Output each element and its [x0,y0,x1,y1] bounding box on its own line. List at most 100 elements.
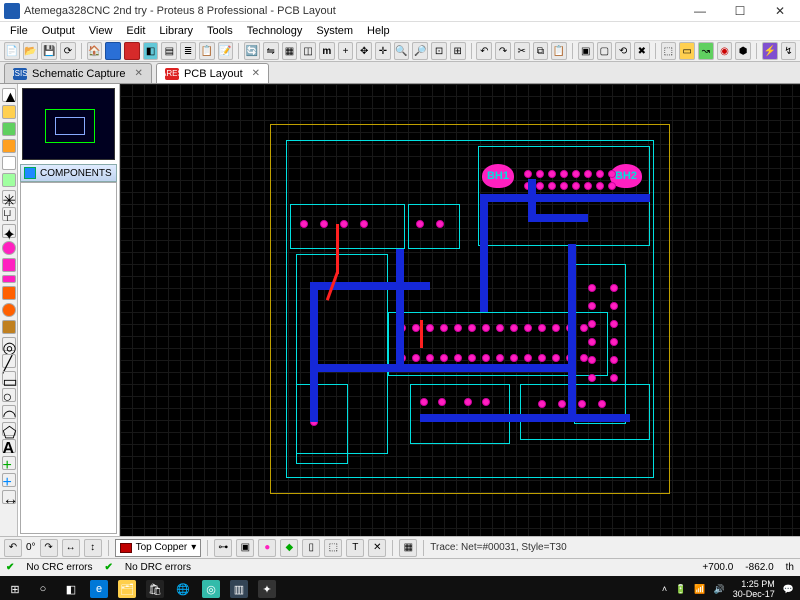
pcb-canvas[interactable]: BH1 BH2 [120,84,800,536]
grid-icon[interactable]: ▦ [282,42,298,60]
menu-edit[interactable]: Edit [120,25,151,37]
marker-icon[interactable]: + [2,473,16,487]
via-style-icon[interactable]: ◎ [2,337,16,351]
menu-system[interactable]: System [310,25,359,37]
mirror-y-icon[interactable]: ↕ [84,539,102,557]
menu-library[interactable]: Library [153,25,199,37]
connectivity-tool-icon[interactable]: ⑂ [2,207,16,221]
new-icon[interactable]: 📄 [4,42,20,60]
zoomall-icon[interactable]: ⊡ [431,42,447,60]
edge-pad-icon[interactable] [2,286,16,300]
board-preview[interactable] [22,88,115,160]
zone-icon[interactable]: ⬢ [735,42,751,60]
tab-close-icon[interactable]: ✕ [252,68,260,79]
text2d-icon[interactable]: A [2,439,16,453]
filter-text-icon[interactable]: T [346,539,364,557]
app5-icon[interactable]: ▥ [230,580,248,598]
menu-tools[interactable]: Tools [201,25,239,37]
redraw-icon[interactable]: 🔄 [244,42,260,60]
metric-icon[interactable]: m [319,42,335,60]
package-icon[interactable]: ▭ [679,42,695,60]
block-move-icon[interactable]: ▢ [597,42,613,60]
tray-notifications-icon[interactable]: 💬 [783,584,794,595]
block-rotate-icon[interactable]: ⟲ [615,42,631,60]
layer-selector[interactable]: Top Copper ▾ [115,539,202,557]
redo-icon[interactable]: ↷ [495,42,511,60]
home-icon[interactable]: 🏠 [87,42,103,60]
center-icon[interactable]: ✛ [375,42,391,60]
track-icon[interactable]: ↝ [698,42,714,60]
tab-pcb[interactable]: ARES PCB Layout ✕ [156,63,269,83]
close-button[interactable]: ✕ [760,0,800,22]
block-delete-icon[interactable]: ✖ [634,42,650,60]
filter-wire-icon[interactable]: ⊶ [214,539,232,557]
dimension-icon[interactable]: ↔ [2,490,16,504]
smd-pad-icon[interactable] [2,275,16,283]
polygon-pad-icon[interactable] [2,303,16,317]
square-pad-icon[interactable] [2,258,16,272]
menu-file[interactable]: File [4,25,34,37]
schematic-module-icon[interactable] [105,42,121,60]
flip-icon[interactable]: ⇋ [263,42,279,60]
pcb-module-icon[interactable] [124,42,140,60]
component-tool-icon[interactable] [2,105,16,119]
zoomout-icon[interactable]: 🔎 [412,42,428,60]
notes-icon[interactable]: 📝 [218,42,234,60]
open-icon[interactable]: 📂 [23,42,39,60]
components-list[interactable] [20,182,117,534]
origin-icon[interactable]: + [338,42,354,60]
start-icon[interactable]: ⊞ [6,580,24,598]
filter-marker-icon[interactable]: ▯ [302,539,320,557]
proteus-task-icon[interactable]: ✦ [258,580,276,598]
block-copy-icon[interactable]: ▣ [578,42,594,60]
menu-output[interactable]: Output [36,25,81,37]
app4-icon[interactable]: ◎ [202,580,220,598]
filter-ratsnest-icon[interactable]: ✕ [368,539,386,557]
via-tool-icon[interactable]: ◉ [717,42,733,60]
threeD-icon[interactable]: ◧ [143,42,159,60]
paste-icon[interactable]: 📋 [551,42,567,60]
arc2d-icon[interactable]: ◠ [2,405,16,419]
menu-technology[interactable]: Technology [241,25,309,37]
tray-battery-icon[interactable]: 🔋 [675,584,686,595]
rot-cw-icon[interactable]: ↷ [40,539,58,557]
rot-ccw-icon[interactable]: ↶ [4,539,22,557]
minimize-button[interactable]: — [680,0,720,22]
designexplorer-icon[interactable]: ≣ [180,42,196,60]
mirror-x-icon[interactable]: ↔ [62,539,80,557]
path2d-icon[interactable]: ⬠ [2,422,16,436]
bom-icon[interactable]: 📋 [199,42,215,60]
round-pad-icon[interactable] [2,241,16,255]
line2d-icon[interactable]: ╱ [2,354,16,368]
explorer-icon[interactable]: 🗂 [118,580,136,598]
tab-close-icon[interactable]: ✕ [135,68,143,79]
menu-help[interactable]: Help [361,25,396,37]
system-tray[interactable]: ˄ 🔋 📶 🔊 1:25 PM 30-Dec-17 💬 [662,579,794,599]
package-tool-icon[interactable] [2,122,16,136]
taskview-icon[interactable]: ◧ [62,580,80,598]
layer-toggle-icon[interactable]: ◫ [300,42,316,60]
cortana-icon[interactable]: ○ [34,580,52,598]
zone-tool-icon[interactable] [2,173,16,187]
zoomin-icon[interactable]: 🔍 [394,42,410,60]
via-tool-icon[interactable] [2,156,16,170]
copy-icon[interactable]: ⧉ [533,42,549,60]
chrome-icon[interactable]: 🌐 [174,580,192,598]
filter-zone-icon[interactable]: ⬚ [324,539,342,557]
box2d-icon[interactable]: ▭ [2,371,16,385]
track-tool-icon[interactable] [2,139,16,153]
filter-comp-icon[interactable]: ▣ [236,539,254,557]
circle2d-icon[interactable]: ○ [2,388,16,402]
edge-icon[interactable]: e [90,580,108,598]
filter-graphic-icon[interactable]: ◆ [280,539,298,557]
gerber-icon[interactable]: ▤ [161,42,177,60]
symbol-icon[interactable]: + [2,456,16,470]
tray-wifi-icon[interactable]: 📶 [694,584,705,595]
menu-view[interactable]: View [83,25,119,37]
toggle-all-icon[interactable]: ▦ [399,539,417,557]
store-icon[interactable]: 🛍 [146,580,164,598]
zoomarea-icon[interactable]: ⊞ [450,42,466,60]
filter-pad-icon[interactable]: ● [258,539,276,557]
components-panel-header[interactable]: COMPONENTS [20,164,117,182]
tray-up-icon[interactable]: ˄ [662,584,667,594]
